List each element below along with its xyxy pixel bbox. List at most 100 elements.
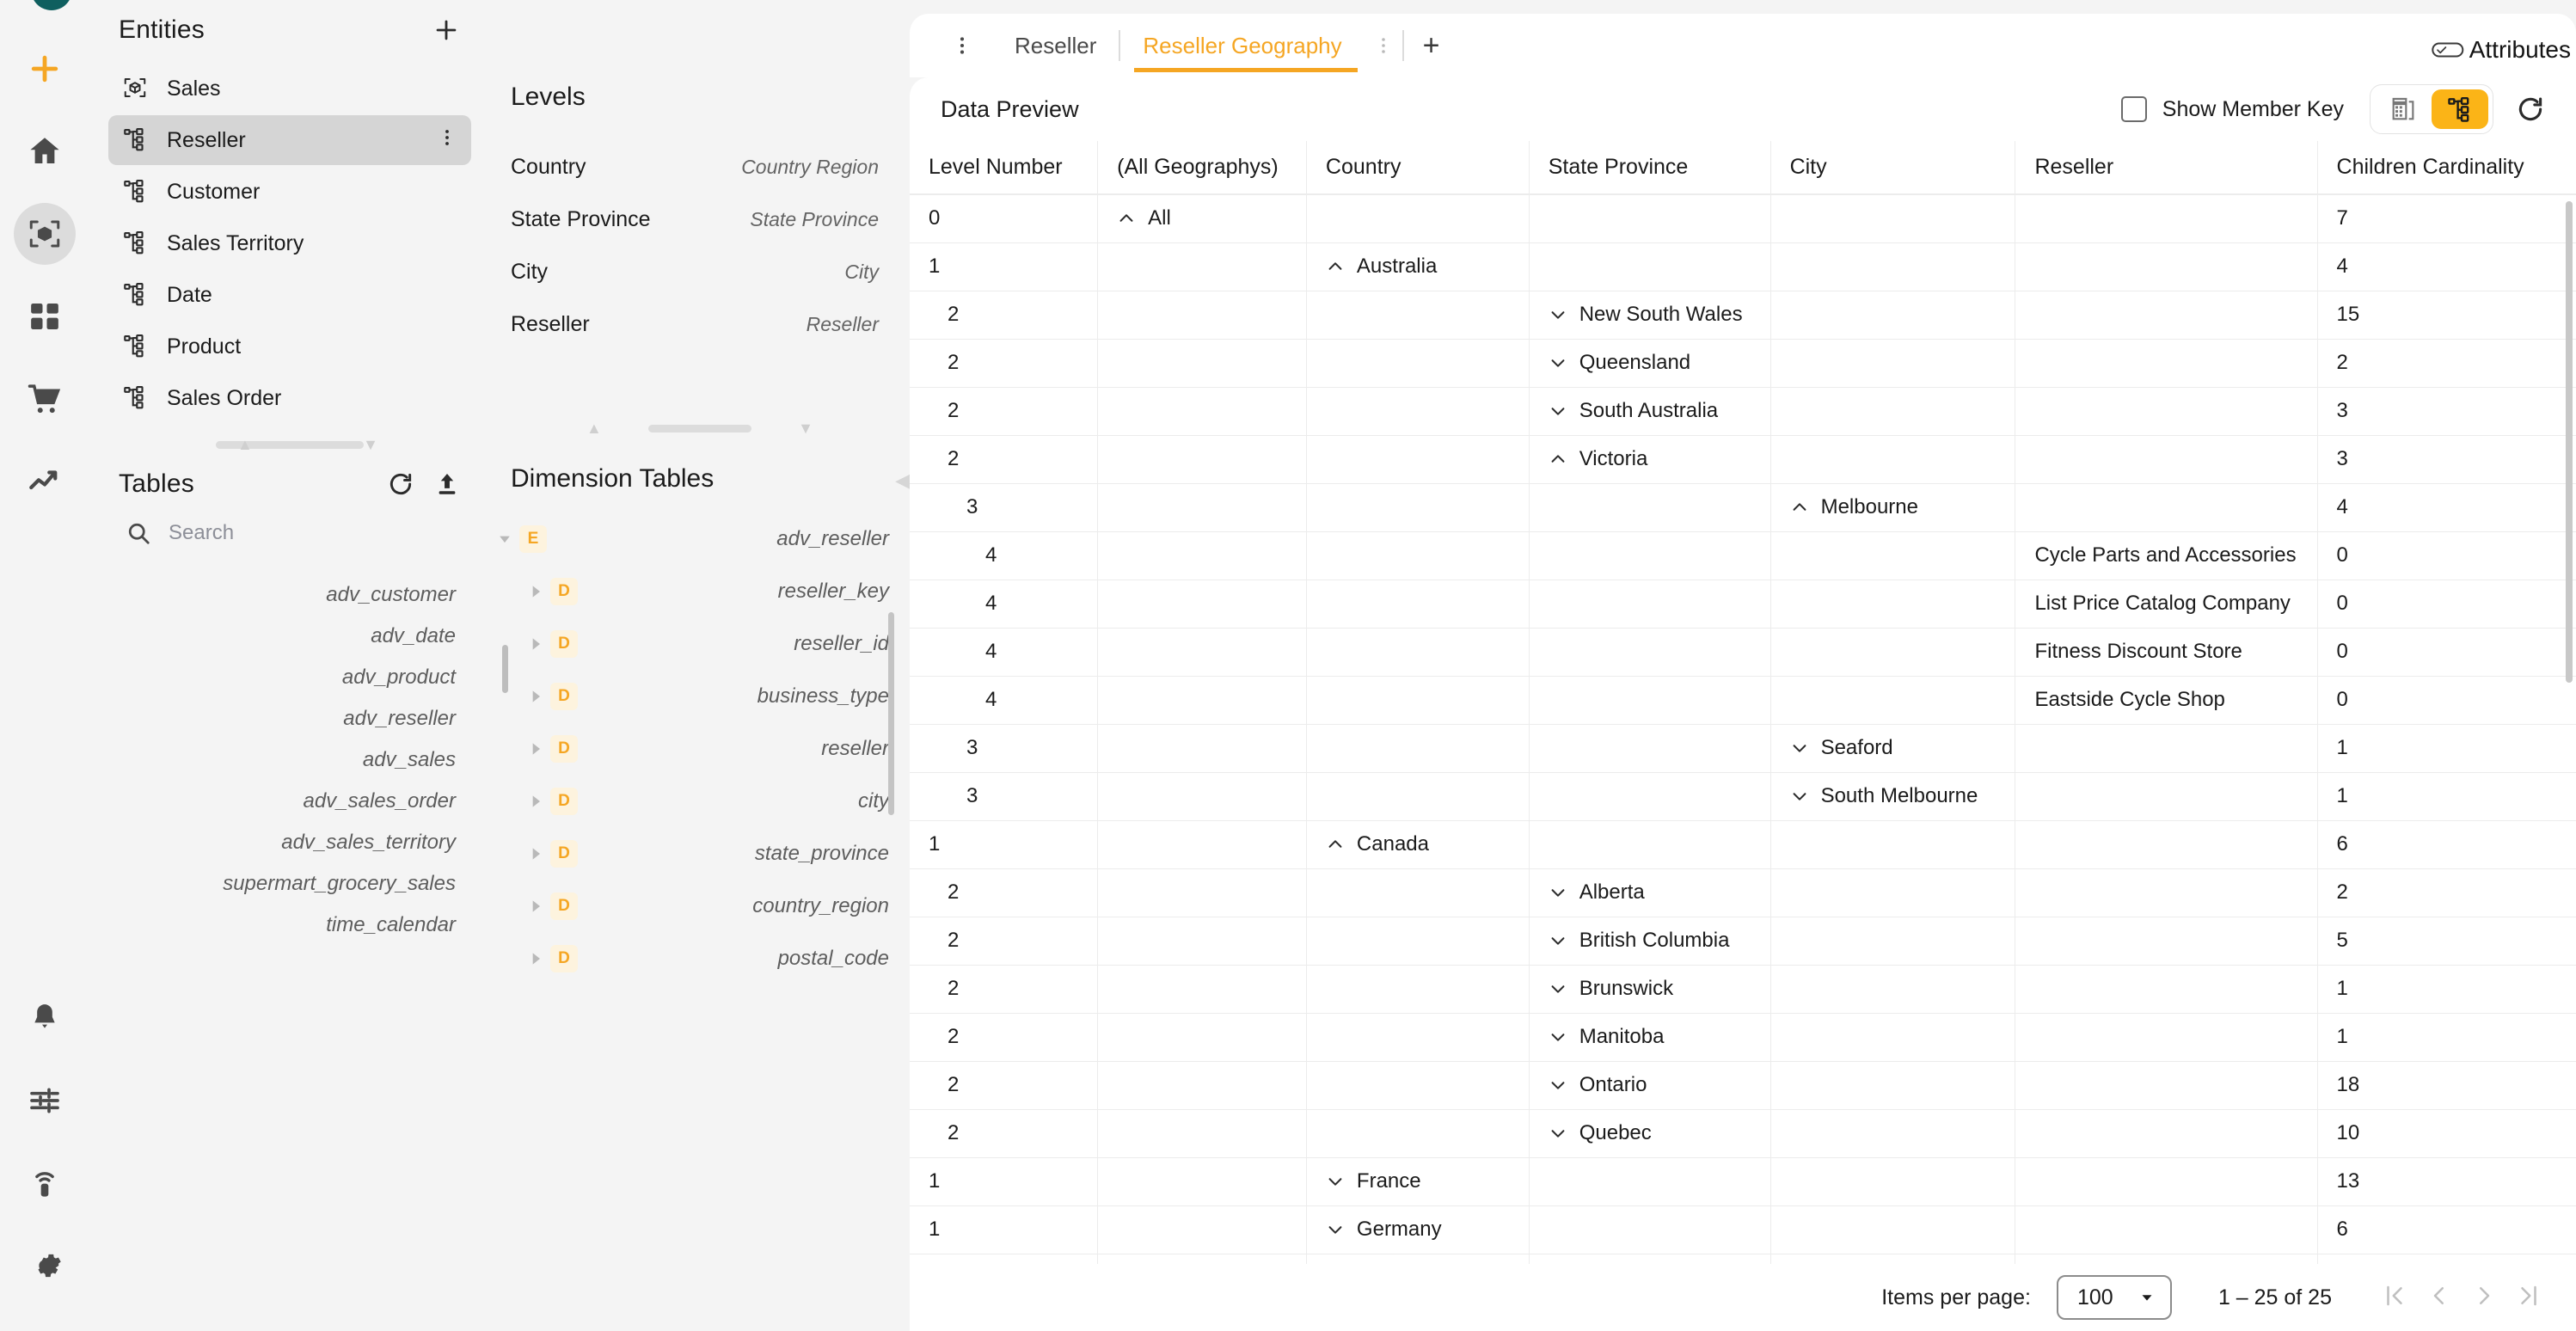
chevron-down-icon[interactable] xyxy=(1790,787,1809,806)
dimension-table-row[interactable]: Dreseller_key xyxy=(490,565,910,617)
table-row[interactable]: 2 Ontario 18 xyxy=(910,1061,2576,1110)
remote-icon[interactable] xyxy=(14,1152,76,1214)
table-row[interactable]: 4 List Price Catalog Company 0 xyxy=(910,580,2576,629)
chevron-down-icon[interactable] xyxy=(1549,1027,1567,1046)
table-item[interactable]: adv_customer xyxy=(89,574,490,616)
table-row[interactable]: 2 Victoria 3 xyxy=(910,435,2576,484)
table-item[interactable]: adv_sales_territory xyxy=(89,822,490,863)
bell-icon[interactable] xyxy=(14,987,76,1049)
caret-right-icon[interactable] xyxy=(521,898,550,915)
caret-down-icon[interactable] xyxy=(490,531,519,548)
chevron-up-icon[interactable] xyxy=(1549,450,1567,469)
level-row[interactable]: State Province State Province xyxy=(490,193,910,246)
column-header[interactable]: Level Number xyxy=(910,141,1099,195)
table-row[interactable]: 3 Melbourne 4 xyxy=(910,483,2576,532)
entity-item-date[interactable]: Date xyxy=(108,270,471,320)
state-province-cell[interactable]: Alberta xyxy=(1529,868,1771,917)
entity-item-product[interactable]: Product xyxy=(108,322,471,371)
chevron-down-icon[interactable] xyxy=(1549,353,1567,372)
chevron-up-icon[interactable] xyxy=(1326,835,1345,854)
level-row[interactable]: Country Country Region xyxy=(490,141,910,193)
table-row[interactable]: 1 Germany 6 xyxy=(910,1205,2576,1254)
dimension-table-row[interactable]: Dcountry_region xyxy=(490,880,910,932)
state-province-cell[interactable]: British Columbia xyxy=(1529,917,1771,966)
caret-right-icon[interactable] xyxy=(521,583,550,600)
entity-item-sales-territory[interactable]: Sales Territory xyxy=(108,218,471,268)
caret-right-icon[interactable] xyxy=(521,950,550,967)
next-page-icon[interactable] xyxy=(2471,1283,2497,1313)
entity-item-reseller[interactable]: Reseller xyxy=(108,115,471,165)
first-page-icon[interactable] xyxy=(2382,1283,2407,1313)
table-item[interactable]: time_calendar xyxy=(89,905,490,946)
dimension-table-row[interactable]: Dreseller_id xyxy=(490,617,910,670)
caret-right-icon[interactable] xyxy=(521,740,550,758)
cart-icon[interactable] xyxy=(14,368,76,430)
table-row[interactable]: 4 Fitness Discount Store 0 xyxy=(910,628,2576,677)
country-cell[interactable]: Australia xyxy=(1306,242,1530,291)
level-row[interactable]: Reseller Reseller xyxy=(490,298,910,351)
mid-panel-handle[interactable] xyxy=(502,645,508,693)
caret-right-icon[interactable] xyxy=(521,635,550,653)
table-row[interactable]: 2 British Columbia 5 xyxy=(910,917,2576,966)
all-geographys-cell[interactable]: All xyxy=(1097,194,1307,243)
table-vertical-scrollbar[interactable] xyxy=(2566,201,2573,683)
table-row[interactable]: 1 France 13 xyxy=(910,1157,2576,1206)
table-row[interactable]: 0 All 7 xyxy=(910,194,2576,243)
state-province-cell[interactable]: Manitoba xyxy=(1529,1013,1771,1062)
country-cell[interactable]: Canada xyxy=(1306,820,1530,869)
tab-reseller[interactable]: Reseller xyxy=(992,14,1119,77)
entity-item-sales[interactable]: Sales xyxy=(108,64,471,113)
table-row[interactable]: 1 Australia 4 xyxy=(910,242,2576,291)
table-item[interactable]: adv_sales xyxy=(89,739,490,781)
table-row[interactable]: 3 Seaford 1 xyxy=(910,724,2576,773)
sliders-icon[interactable] xyxy=(14,1070,76,1132)
table-row[interactable]: 4 Eastside Cycle Shop 0 xyxy=(910,676,2576,725)
scroll-down-icon[interactable]: ▼ xyxy=(363,436,378,454)
dimension-table-row[interactable]: Dpostal_code xyxy=(490,932,910,984)
chevron-down-icon[interactable] xyxy=(1549,1076,1567,1095)
dimension-table-row[interactable]: Dbusiness_type xyxy=(490,670,910,722)
caret-right-icon[interactable] xyxy=(521,688,550,705)
attributes-toggle[interactable]: Attributes xyxy=(2432,36,2571,64)
table-item[interactable]: supermart_grocery_sales xyxy=(89,863,490,905)
level-row[interactable]: City City xyxy=(490,246,910,298)
city-cell[interactable]: Melbourne xyxy=(1770,483,2016,532)
chevron-down-icon[interactable] xyxy=(1549,1124,1567,1143)
dimension-table-row[interactable]: Dreseller xyxy=(490,722,910,775)
column-header[interactable]: Children Cardinality xyxy=(2317,141,2576,195)
table-row[interactable]: 4 Cycle Parts and Accessories 0 xyxy=(910,531,2576,580)
last-page-icon[interactable] xyxy=(2516,1283,2542,1313)
chevron-down-icon[interactable] xyxy=(1326,1172,1345,1191)
upload-table-icon[interactable] xyxy=(433,470,461,498)
table-item[interactable]: adv_sales_order xyxy=(89,781,490,822)
country-cell[interactable]: France xyxy=(1306,1157,1530,1206)
state-province-cell[interactable]: Ontario xyxy=(1529,1061,1771,1110)
chevron-down-icon[interactable] xyxy=(1549,883,1567,902)
entity-item-customer[interactable]: Customer xyxy=(108,167,471,217)
chevron-down-icon[interactable] xyxy=(1790,739,1809,758)
chevron-down-icon[interactable] xyxy=(1549,305,1567,324)
chevron-down-icon[interactable] xyxy=(1326,1220,1345,1239)
scroll-up-icon[interactable]: ▲ xyxy=(237,436,253,454)
table-item[interactable]: adv_reseller xyxy=(89,698,490,739)
state-province-cell[interactable]: New South Wales xyxy=(1529,291,1771,340)
grid-icon[interactable] xyxy=(14,285,76,347)
state-province-cell[interactable]: Victoria xyxy=(1529,435,1771,484)
column-header[interactable]: (All Geographys) xyxy=(1097,141,1307,195)
city-cell[interactable]: Seaford xyxy=(1770,724,2016,773)
chevron-up-icon[interactable] xyxy=(1326,257,1345,276)
table-row[interactable]: 2 Quebec 10 xyxy=(910,1109,2576,1158)
table-row[interactable]: 2 New South Wales 15 xyxy=(910,291,2576,340)
trend-up-icon[interactable] xyxy=(14,451,76,512)
add-entity-icon[interactable] xyxy=(432,15,461,45)
column-header[interactable]: Reseller xyxy=(2015,141,2318,195)
search-input[interactable] xyxy=(169,521,426,545)
table-row[interactable]: 2 Manitoba 1 xyxy=(910,1013,2576,1062)
table-row[interactable]: 1 Canada 6 xyxy=(910,820,2576,869)
state-province-cell[interactable]: Queensland xyxy=(1529,339,1771,388)
refresh-tables-icon[interactable] xyxy=(387,470,414,498)
add-icon[interactable] xyxy=(14,38,76,100)
collapse-panel-icon[interactable]: ◀ xyxy=(895,469,910,492)
chevron-up-icon[interactable] xyxy=(1117,209,1136,228)
tab-menu-icon[interactable] xyxy=(1365,35,1402,56)
